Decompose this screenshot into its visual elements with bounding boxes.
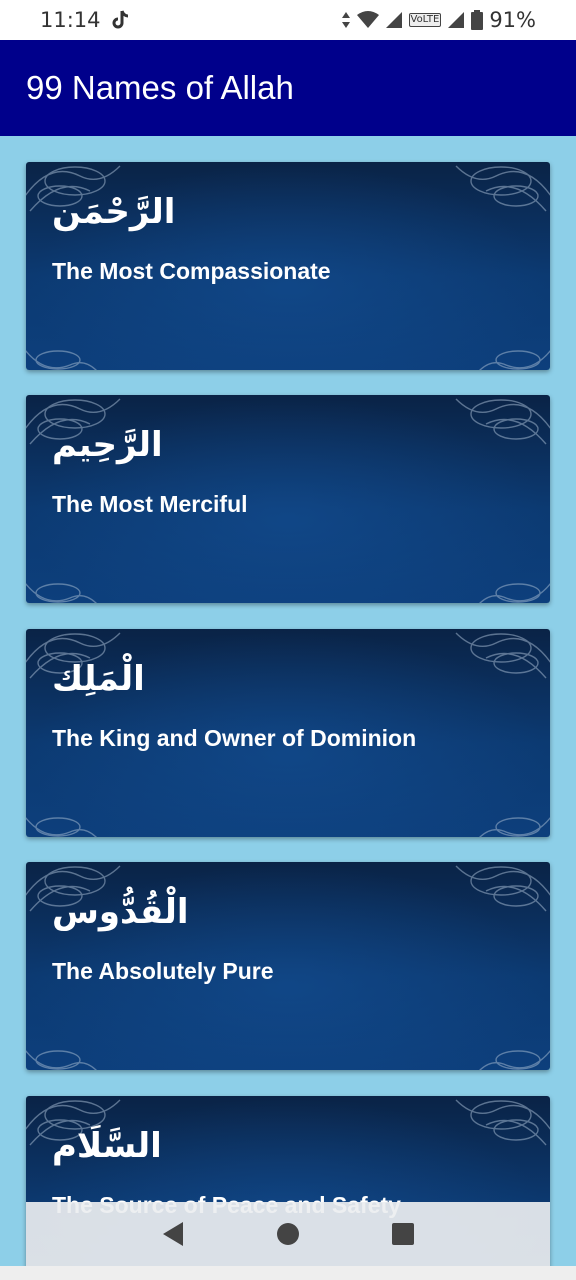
- name-meaning: The Most Merciful: [52, 491, 248, 517]
- status-bar: 11:14 VoLTE 91%: [0, 0, 576, 40]
- arabic-name: الْقُدُّوس: [52, 892, 189, 932]
- name-card[interactable]: الْمَلِك The King and Owner of Dominion: [26, 629, 550, 837]
- corner-ornament-icon: [26, 1049, 99, 1070]
- status-right: VoLTE 91%: [341, 8, 536, 32]
- name-meaning: The Absolutely Pure: [52, 958, 274, 984]
- signal-icon: [447, 11, 465, 29]
- corner-ornament-icon: [455, 1099, 550, 1146]
- name-meaning: The Most Compassionate: [52, 258, 331, 284]
- corner-ornament-icon: [477, 349, 550, 370]
- corner-ornament-icon: [26, 816, 99, 837]
- signal-icon: [385, 11, 403, 29]
- corner-ornament-icon: [477, 816, 550, 837]
- navigation-bar-bottom: [0, 1266, 576, 1280]
- app-title: 99 Names of Allah: [26, 69, 294, 106]
- corner-ornament-icon: [477, 582, 550, 603]
- corner-ornament-icon: [26, 349, 99, 370]
- arabic-name: الْمَلِك: [52, 659, 145, 699]
- recents-icon[interactable]: [383, 1214, 423, 1254]
- arabic-name: الرَّحِيم: [52, 425, 163, 465]
- tiktok-icon: [111, 9, 131, 31]
- data-arrows-icon: [341, 11, 351, 29]
- home-icon[interactable]: [268, 1214, 308, 1254]
- name-card[interactable]: الرَّحِيم The Most Merciful: [26, 395, 550, 603]
- battery-icon: [471, 10, 484, 30]
- status-time: 11:14: [40, 8, 101, 32]
- name-meaning: The King and Owner of Dominion: [52, 725, 417, 751]
- corner-ornament-icon: [455, 865, 550, 912]
- corner-ornament-icon: [477, 1049, 550, 1070]
- status-left: 11:14: [40, 8, 131, 32]
- arabic-name: السَّلَام: [52, 1126, 162, 1166]
- corner-ornament-icon: [26, 582, 99, 603]
- app-bar: 99 Names of Allah: [0, 40, 576, 136]
- arabic-name: الرَّحْمَن: [52, 192, 176, 232]
- corner-ornament-icon: [455, 398, 550, 445]
- name-card[interactable]: الرَّحْمَن The Most Compassionate: [26, 162, 550, 370]
- corner-ornament-icon: [455, 165, 550, 212]
- navigation-bar: [26, 1202, 550, 1266]
- volte-icon: VoLTE: [408, 13, 442, 27]
- corner-ornament-icon: [455, 632, 550, 679]
- names-list[interactable]: الرَّحْمَن The Most Compassionate الرَّح…: [0, 136, 576, 1280]
- back-icon[interactable]: [153, 1214, 193, 1254]
- battery-percent: 91%: [489, 8, 536, 32]
- name-card[interactable]: الْقُدُّوس The Absolutely Pure: [26, 862, 550, 1070]
- wifi-icon: [356, 11, 379, 29]
